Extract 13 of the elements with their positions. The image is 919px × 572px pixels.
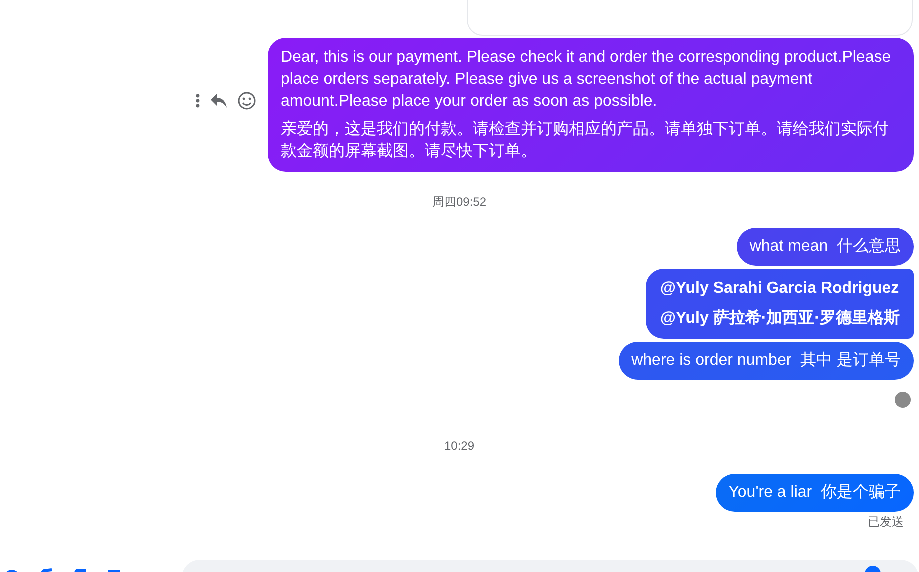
sent-status: 已发送 [868, 514, 904, 530]
message-text: @Yuly 萨拉希·加西亚·罗德里格斯 [660, 308, 900, 329]
message-text: 亲爱的，这是我们的付款。请检查并订购相应的产品。请单独下订单。请给我们实际付款金额的屏幕截图。请尽快下订单。 [281, 120, 890, 162]
message-text: You're a liar 你是个骗子 [728, 482, 901, 503]
timestamp: 10:29 [444, 438, 475, 454]
more-icon[interactable] [196, 94, 200, 108]
reply-icon[interactable] [210, 93, 228, 109]
message-text: where is order number 其中 是订单号 [632, 350, 901, 371]
message-text: Dear, this is our payment. Please check it and order the corresponding product.Please place orders separately. Please give us a screenshot of the actual payment amount.Please place your order as soon as possible. [281, 48, 892, 112]
seen-avatar [895, 392, 911, 408]
timestamp: 周四09:52 [432, 194, 487, 210]
message-text: what mean 什么意思 [750, 236, 901, 257]
message-text: @Yuly Sarahi Garcia Rodriguez [660, 279, 900, 299]
